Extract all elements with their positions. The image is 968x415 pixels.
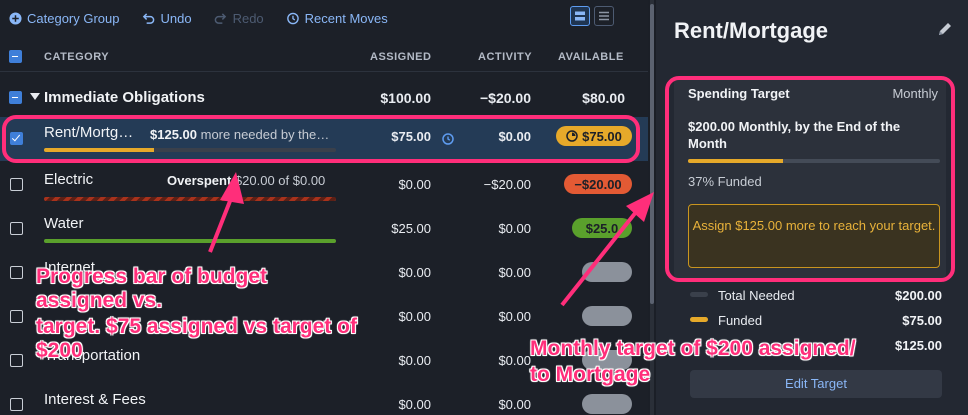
- highlight-target-card: [665, 76, 955, 282]
- overspent-label: Overspent: [167, 173, 232, 188]
- row-checkbox[interactable]: [10, 310, 23, 323]
- activity-value: $0.00: [498, 221, 531, 236]
- collapse-triangle-icon[interactable]: [30, 93, 40, 100]
- activity-value: $0.00: [498, 309, 531, 324]
- category-name: Water: [44, 215, 84, 232]
- scrollbar-thumb[interactable]: [650, 4, 654, 304]
- target-progress-bar: [44, 239, 336, 243]
- annotation-target-line2: to Mortgage: [530, 363, 651, 386]
- overspent-text: $20.00 of $0.00: [231, 173, 326, 188]
- redo-icon: [214, 11, 228, 25]
- total-needed-row: Total Needed $200.00: [690, 286, 942, 306]
- expanded-view-button[interactable]: [570, 6, 590, 26]
- total-needed-label: Total Needed: [718, 288, 795, 303]
- activity-column-header[interactable]: ACTIVITY: [478, 51, 532, 63]
- funded-row: Funded $75.00: [690, 311, 942, 331]
- annotation-progress-line1: Progress bar of budget: [36, 265, 268, 288]
- highlight-rent-row: [2, 115, 640, 163]
- group-assigned: $100.00: [380, 90, 431, 106]
- activity-value: $0.00: [498, 353, 531, 368]
- redo-button[interactable]: Redo: [214, 11, 264, 26]
- add-category-group-button[interactable]: Category Group: [8, 11, 120, 26]
- select-all-checkbox[interactable]: [9, 50, 22, 63]
- assigned-value[interactable]: $25.00: [341, 221, 431, 236]
- annotation-target-line1: Monthly target of $200 assigned/: [530, 337, 856, 360]
- group-activity: −$20.00: [480, 90, 531, 106]
- available-pill[interactable]: [582, 394, 632, 414]
- assigned-value[interactable]: $0.00: [341, 353, 431, 368]
- overspent-progress-bar: [44, 197, 336, 201]
- category-row-electric[interactable]: Electric Overspent $20.00 of $0.00 $0.00…: [0, 161, 648, 205]
- row-checkbox[interactable]: [10, 354, 23, 367]
- group-name: Immediate Obligations: [44, 89, 205, 106]
- funded-swatch: [690, 317, 708, 322]
- annotation-progress-line3: target. $75 assigned vs target of: [36, 315, 357, 338]
- category-row-water[interactable]: Water $25.00 $0.00 $25.0: [0, 205, 648, 249]
- available-value: $25.0: [585, 220, 619, 236]
- undo-label: Undo: [160, 10, 192, 26]
- assigned-value[interactable]: $0.00: [341, 177, 431, 192]
- row-checkbox[interactable]: [10, 266, 23, 279]
- inspector-title: Rent/Mortgage: [674, 18, 828, 43]
- undo-button[interactable]: Undo: [142, 11, 192, 26]
- view-toggle: [570, 6, 614, 26]
- budget-toolbar: Category Group Undo Redo Recent Moves: [0, 0, 648, 36]
- available-pill[interactable]: $25.0: [572, 218, 632, 238]
- activity-value: $0.00: [498, 397, 531, 412]
- overspent-message: Overspent $20.00 of $0.00: [167, 173, 325, 188]
- annotation-progress-line4: $200: [36, 339, 83, 362]
- available-value: −$20.00: [574, 176, 622, 192]
- remaining-value: $125.00: [895, 338, 942, 353]
- target-progress-fill: [44, 239, 336, 243]
- row-checkbox[interactable]: [10, 178, 23, 191]
- funded-label: Funded: [718, 313, 763, 328]
- available-column-header[interactable]: AVAILABLE: [558, 51, 624, 63]
- plus-circle-icon: [8, 11, 22, 25]
- history-icon: [286, 11, 300, 25]
- row-checkbox[interactable]: [10, 222, 23, 235]
- compact-view-button[interactable]: [594, 6, 614, 26]
- redo-label: Redo: [232, 10, 264, 26]
- funded-value: $75.00: [902, 313, 942, 328]
- category-name: Interest & Fees: [44, 391, 146, 408]
- row-checkbox[interactable]: [10, 398, 23, 411]
- assigned-column-header[interactable]: ASSIGNED: [370, 51, 431, 63]
- category-row-interest-fees[interactable]: Interest & Fees $0.00 $0.00: [0, 381, 648, 415]
- available-pill[interactable]: [582, 306, 632, 326]
- total-needed-swatch: [690, 292, 708, 297]
- undo-icon: [142, 11, 156, 25]
- category-group-label: Category Group: [27, 10, 120, 26]
- assigned-value[interactable]: $0.00: [341, 397, 431, 412]
- assigned-value[interactable]: $0.00: [341, 265, 431, 280]
- recent-moves-label: Recent Moves: [304, 10, 388, 26]
- edit-target-button[interactable]: Edit Target: [690, 370, 942, 398]
- recent-moves-button[interactable]: Recent Moves: [286, 11, 388, 26]
- activity-value: −$20.00: [483, 177, 531, 192]
- available-pill[interactable]: [582, 262, 632, 282]
- group-available: $80.00: [582, 90, 625, 106]
- pencil-icon[interactable]: [936, 20, 954, 38]
- total-needed-value: $200.00: [895, 288, 942, 303]
- rows-icon: [575, 11, 585, 21]
- list-icon: [599, 11, 609, 21]
- table-header: CATEGORY ASSIGNED ACTIVITY AVAILABLE: [0, 40, 648, 72]
- category-column-header: CATEGORY: [44, 51, 110, 63]
- category-group-row[interactable]: Immediate Obligations $100.00 −$20.00 $8…: [0, 80, 648, 114]
- group-checkbox[interactable]: [9, 91, 22, 104]
- category-name: Electric: [44, 171, 94, 188]
- available-pill[interactable]: −$20.00: [564, 174, 632, 194]
- annotation-progress-line2: assigned vs.: [36, 289, 163, 312]
- activity-value: $0.00: [498, 265, 531, 280]
